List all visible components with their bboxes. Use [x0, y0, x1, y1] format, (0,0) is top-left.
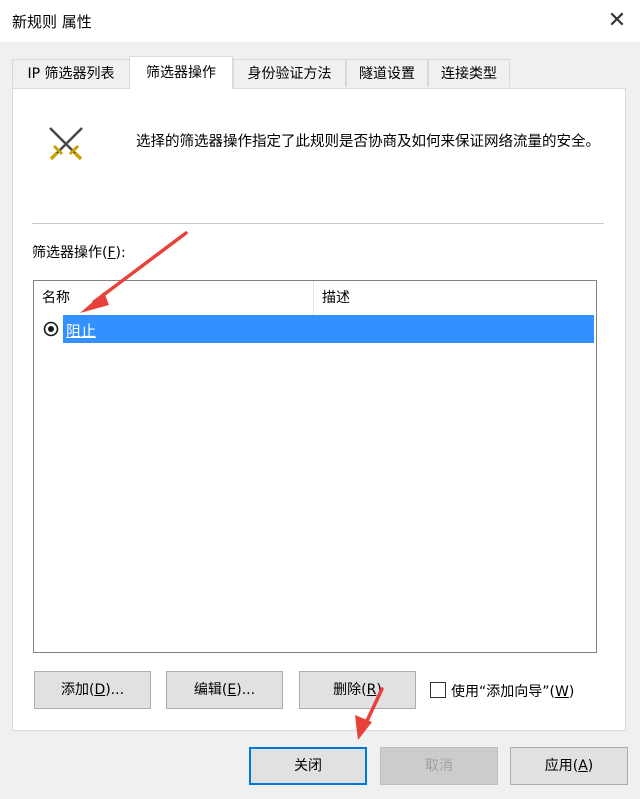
button-text: 添加(	[60, 682, 95, 698]
button-text-end: )	[587, 758, 594, 774]
add-button[interactable]: 添加(D)...	[34, 671, 151, 709]
filter-action-list[interactable]: 名称 描述 阻止	[33, 280, 597, 653]
button-accelerator: E	[227, 682, 237, 698]
column-header-name[interactable]: 名称	[34, 281, 313, 315]
selection-highlight	[63, 315, 594, 343]
button-text: 编辑(	[193, 682, 228, 698]
delete-button[interactable]: 删除(R)	[299, 671, 416, 709]
filter-action-label: 筛选器操作(F):	[32, 242, 126, 262]
use-wizard-label[interactable]: 使用“添加向导”(W)	[451, 681, 574, 701]
label-end: )	[568, 684, 575, 700]
label-accelerator: F	[107, 245, 116, 261]
button-text: 应用(	[544, 758, 579, 774]
button-accelerator: R	[366, 682, 377, 698]
button-accelerator: A	[578, 758, 588, 774]
rule-description: 选择的筛选器操作指定了此规则是否协商及如何来保证网络流量的安全。	[136, 134, 600, 150]
button-text: 删除(	[333, 682, 367, 698]
title-bar: 新规则 属性 ✕	[0, 0, 640, 42]
list-item[interactable]: 阻止	[34, 315, 596, 343]
close-icon[interactable]: ✕	[600, 4, 634, 38]
button-accelerator: D	[94, 682, 106, 698]
window-title: 新规则 属性	[12, 13, 92, 31]
tab-label: 隧道设置	[359, 66, 415, 82]
list-item-name[interactable]: 阻止	[66, 320, 96, 341]
tab-label: 连接类型	[441, 66, 497, 82]
use-wizard-checkbox[interactable]	[430, 682, 446, 698]
button-text-end: )...	[105, 682, 125, 698]
tab-connection-type[interactable]: 连接类型	[428, 59, 510, 87]
cancel-button: 取消	[380, 747, 498, 785]
close-button[interactable]: 关闭	[249, 747, 367, 785]
tab-ip-filter-list[interactable]: IP 筛选器列表	[12, 59, 130, 87]
tab-label: 身份验证方法	[247, 66, 332, 82]
separator	[32, 223, 604, 224]
tab-filter-action[interactable]: 筛选器操作	[129, 56, 233, 89]
button-text-end: )...	[236, 682, 256, 698]
tab-label: IP 筛选器列表	[27, 66, 115, 82]
label-end: ):	[115, 245, 126, 261]
edit-button[interactable]: 编辑(E)...	[166, 671, 283, 709]
button-text-end: )	[376, 682, 382, 698]
tab-authentication-methods[interactable]: 身份验证方法	[233, 59, 346, 87]
label-text: 使用“添加向导”(	[451, 684, 555, 700]
apply-button[interactable]: 应用(A)	[510, 747, 628, 785]
column-header-description[interactable]: 描述	[314, 281, 596, 315]
label-text: 筛选器操作(	[32, 245, 108, 261]
crossed-swords-icon	[49, 127, 83, 161]
radio-selected-icon[interactable]	[43, 321, 59, 337]
tab-tunnel-settings[interactable]: 隧道设置	[346, 59, 428, 87]
tab-label: 筛选器操作	[146, 65, 216, 81]
label-accelerator: W	[554, 684, 569, 700]
